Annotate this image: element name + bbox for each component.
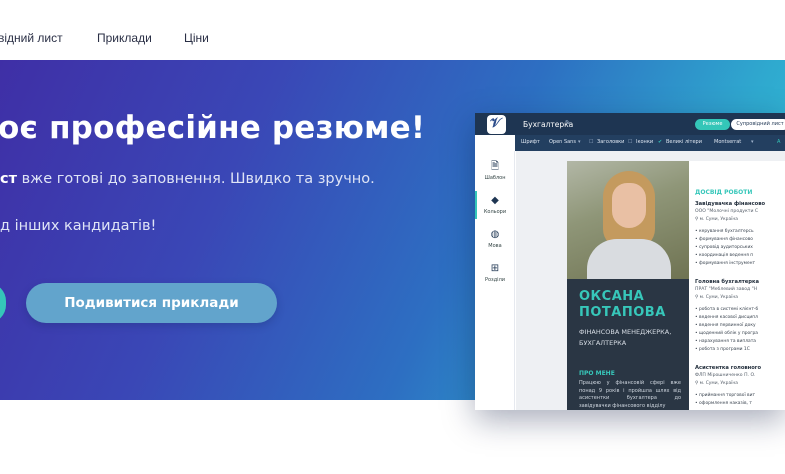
- nav-prices[interactable]: Ціни: [184, 31, 209, 45]
- photo-body: [587, 239, 671, 279]
- job-location: ⚲ м. Суми, Україна: [695, 381, 738, 386]
- job-company: ФЛП Мірошниченко П. О.: [695, 373, 756, 378]
- experience-heading: ДОСВІД РОБОТИ: [695, 189, 753, 196]
- resume-first-name: ОКСАНА: [579, 289, 645, 304]
- profile-photo: [567, 161, 689, 279]
- about-text: Працюю у фінансовій сфері вже понад 9 ро…: [579, 380, 681, 409]
- job-bullet: • координація ведення п: [695, 253, 754, 258]
- about-heading: ПРО МЕНЕ: [579, 370, 615, 377]
- editor-header: 𝒱 Бухгалтерка ✎ Резюме Супровідний лист: [475, 113, 785, 135]
- sidebar-item-language[interactable]: ◍ Мова: [475, 229, 515, 249]
- job-bullet: • формування фінансово: [695, 237, 753, 242]
- job-bullet: • оформлення наказів, т: [695, 401, 752, 406]
- chevron-down-icon: ▾: [578, 139, 581, 145]
- job-location: ⚲ м. Суми, Україна: [695, 217, 738, 222]
- job-bullet: • щоденний облік у програ: [695, 331, 758, 336]
- app-logo: 𝒱: [487, 115, 506, 134]
- checkbox-icon[interactable]: ☐: [628, 139, 632, 145]
- resume-role: ФІНАНСОВА МЕНЕДЖЕРКА, БУХГАЛТЕРКА: [579, 327, 671, 349]
- nav-cover-letter[interactable]: відний лист: [0, 31, 63, 45]
- top-nav: відний лист Приклади Ціни: [0, 0, 785, 60]
- sidebar-label: Кольори: [483, 209, 507, 215]
- job-company: ООО "Молочні продукти С: [695, 209, 759, 214]
- view-examples-button[interactable]: Подивитися приклади: [26, 283, 277, 323]
- resume-role-line: ФІНАНСОВА МЕНЕДЖЕРКА,: [579, 328, 672, 336]
- paint-bucket-icon: ◆: [491, 195, 499, 206]
- job-bullet: • приймання торгової вит: [695, 393, 756, 398]
- hero-subtitle-text: вже готові до заповнення. Швидко та зруч…: [17, 171, 375, 187]
- heading-font-select[interactable]: Montserrat: [714, 139, 741, 145]
- sidebar-label: Мова: [488, 243, 502, 249]
- job-bullet: • ведення первинної доку: [695, 323, 756, 328]
- resume-page[interactable]: ОКСАНА ПОТАПОВА ФІНАНСОВА МЕНЕДЖЕРКА, БУ…: [567, 161, 785, 410]
- icons-toggle[interactable]: Іконки: [636, 139, 653, 145]
- sidebar-item-template[interactable]: 🗎 Шаблон: [475, 161, 515, 181]
- sidebar-label: Розділи: [484, 277, 506, 283]
- editor-preview: 𝒱 Бухгалтерка ✎ Резюме Супровідний лист …: [475, 113, 785, 410]
- job-bullet: • супровід аудиторських: [695, 245, 753, 250]
- job-bullet: • формування інструмент: [695, 261, 756, 266]
- job-title: Асистентка головного: [695, 365, 762, 371]
- hero-title: оє професійне резюме!: [0, 110, 426, 146]
- hero-subtitle-bold: ст: [0, 171, 17, 187]
- sidebar-item-sections[interactable]: ⊞ Розділи: [475, 263, 515, 283]
- job-bullet: • керування бухгалтерсь: [695, 229, 754, 234]
- job-title: Головна бухгалтерка: [695, 279, 760, 285]
- job-bullet: • робота в системі клієнт-б: [695, 307, 759, 312]
- resume-left-column: ОКСАНА ПОТАПОВА ФІНАНСОВА МЕНЕДЖЕРКА, БУ…: [567, 161, 689, 410]
- logo-mark-icon: 𝒱: [490, 116, 501, 131]
- hero-subtitle: ст вже готові до заповнення. Швидко та з…: [0, 171, 375, 187]
- font-label: Шрифт: [521, 139, 540, 145]
- text-size-icon[interactable]: A: [777, 139, 780, 145]
- resume-last-name: ПОТАПОВА: [579, 305, 666, 320]
- chevron-down-icon: ▾: [751, 139, 754, 145]
- tab-resume[interactable]: Резюме: [695, 119, 730, 130]
- check-icon[interactable]: ✔: [658, 139, 662, 145]
- hero-subtitle-2: д інших кандидатів!: [0, 218, 157, 234]
- tab-cover-letter[interactable]: Супровідний лист: [731, 119, 785, 130]
- photo-face: [612, 183, 646, 228]
- pencil-icon[interactable]: ✎: [565, 119, 571, 127]
- job-company: ПРАТ "Меблевий завод "Н: [695, 287, 758, 292]
- resume-role-line: БУХГАЛТЕРКА: [579, 339, 627, 347]
- editor-toolbar: Шрифт Open Sans ▾ ☐ Заголовки ☐ Іконки ✔…: [515, 135, 785, 151]
- checkbox-icon[interactable]: ☐: [589, 139, 593, 145]
- create-resume-button[interactable]: [0, 283, 6, 323]
- grid-icon: ⊞: [490, 263, 500, 274]
- job-title: Завідувачка фінансово: [695, 201, 766, 207]
- editor-sidebar: 🗎 Шаблон ◆ Кольори ◍ Мова ⊞ Розділи: [475, 151, 515, 410]
- resume-name: ОКСАНА ПОТАПОВА: [579, 289, 666, 321]
- font-select[interactable]: Open Sans: [549, 139, 576, 145]
- page: відний лист Приклади Ціни оє професійне …: [0, 0, 785, 474]
- globe-icon: ◍: [490, 229, 500, 240]
- job-bullet: • робота з програми 1С: [695, 347, 750, 352]
- editor-canvas: ОКСАНА ПОТАПОВА ФІНАНСОВА МЕНЕДЖЕРКА, БУ…: [516, 151, 785, 410]
- sidebar-item-colors[interactable]: ◆ Кольори: [475, 195, 515, 215]
- document-icon: 🗎: [490, 161, 500, 172]
- caps-toggle[interactable]: Великі літери: [666, 139, 702, 145]
- resume-right-column: ДОСВІД РОБОТИ Завідувачка фінансово ООО …: [695, 161, 785, 410]
- headings-toggle[interactable]: Заголовки: [597, 139, 624, 145]
- nav-examples[interactable]: Приклади: [97, 31, 152, 45]
- job-bullet: • нарахування та виплата: [695, 339, 756, 344]
- job-location: ⚲ м. Суми, Україна: [695, 295, 738, 300]
- sidebar-label: Шаблон: [484, 175, 506, 181]
- job-bullet: • ведення касової дисципл: [695, 315, 758, 320]
